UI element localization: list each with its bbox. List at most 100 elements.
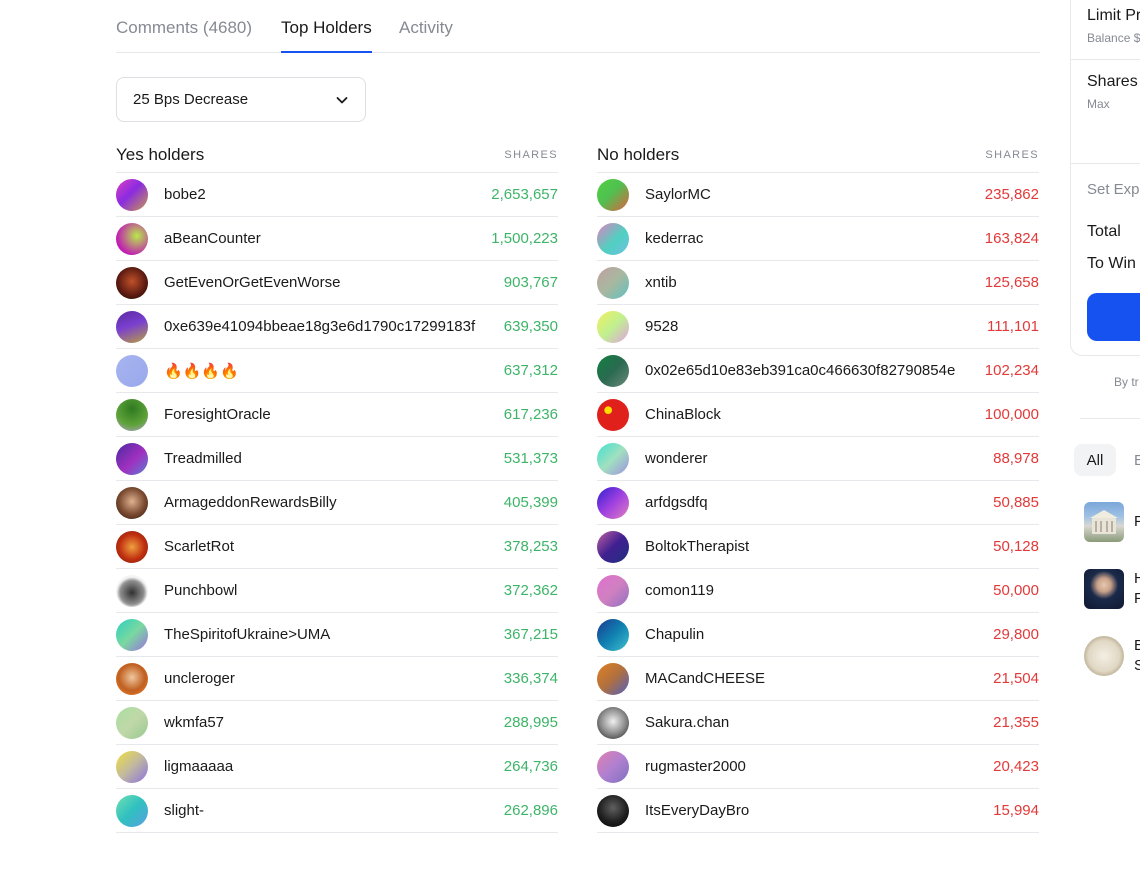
holder-name[interactable]: Treadmilled <box>164 450 502 467</box>
avatar[interactable] <box>116 442 148 475</box>
avatar[interactable] <box>116 794 148 827</box>
avatar[interactable] <box>597 178 629 211</box>
holder-name[interactable]: SaylorMC <box>645 186 983 203</box>
holder-name[interactable]: slight- <box>164 802 502 819</box>
avatar[interactable] <box>597 662 629 695</box>
avatar[interactable] <box>597 794 629 827</box>
filter-chip-next[interactable]: E <box>1134 452 1140 469</box>
avatar[interactable] <box>116 662 148 695</box>
related-market-thumbnail[interactable] <box>1084 502 1124 542</box>
avatar[interactable] <box>116 354 148 387</box>
no-holder-row[interactable]: xntib 125,658 <box>597 261 1039 305</box>
avatar[interactable] <box>597 486 629 519</box>
avatar[interactable] <box>116 398 148 431</box>
holder-name[interactable]: Chapulin <box>645 626 991 643</box>
tab-activity[interactable]: Activity <box>399 18 453 38</box>
holder-name[interactable]: ForesightOracle <box>164 406 502 423</box>
yes-holder-row[interactable]: ScarletRot 378,253 <box>116 525 558 569</box>
outcome-dropdown[interactable]: 25 Bps Decrease <box>116 77 366 122</box>
holder-name[interactable]: wkmfa57 <box>164 714 502 731</box>
holder-name[interactable]: Punchbowl <box>164 582 502 599</box>
no-holder-row[interactable]: kederrac 163,824 <box>597 217 1039 261</box>
no-holder-row[interactable]: Sakura.chan 21,355 <box>597 701 1039 745</box>
yes-holder-row[interactable]: ForesightOracle 617,236 <box>116 393 558 437</box>
holder-name[interactable]: rugmaster2000 <box>645 758 991 775</box>
holder-name[interactable]: 0x02e65d10e83eb391ca0c466630f82790854e <box>645 362 983 379</box>
related-market-title[interactable]: B <box>1134 636 1140 656</box>
yes-holder-row[interactable]: 🔥🔥🔥🔥 637,312 <box>116 349 558 393</box>
avatar[interactable] <box>116 750 148 783</box>
yes-holder-row[interactable]: bobe2 2,653,657 <box>116 173 558 217</box>
yes-holder-row[interactable]: wkmfa57 288,995 <box>116 701 558 745</box>
holder-name[interactable]: GetEvenOrGetEvenWorse <box>164 274 502 291</box>
related-market-title[interactable]: F <box>1134 589 1140 609</box>
holder-name[interactable]: ItsEveryDayBro <box>645 802 991 819</box>
holder-name[interactable]: ScarletRot <box>164 538 502 555</box>
avatar[interactable] <box>597 618 629 651</box>
holder-name[interactable]: MACandCHEESE <box>645 670 991 687</box>
avatar[interactable] <box>116 530 148 563</box>
holder-name[interactable]: xntib <box>645 274 983 291</box>
holder-name[interactable]: Sakura.chan <box>645 714 991 731</box>
avatar[interactable] <box>597 706 629 739</box>
related-market-title[interactable]: S <box>1134 656 1140 676</box>
yes-holder-row[interactable]: uncleroger 336,374 <box>116 657 558 701</box>
holder-name[interactable]: comon119 <box>645 582 991 599</box>
avatar[interactable] <box>116 486 148 519</box>
yes-holder-row[interactable]: Punchbowl 372,362 <box>116 569 558 613</box>
holder-name[interactable]: arfdgsdfq <box>645 494 991 511</box>
yes-holder-row[interactable]: ArmageddonRewardsBilly 405,399 <box>116 481 558 525</box>
trade-button[interactable] <box>1087 293 1140 341</box>
avatar[interactable] <box>116 618 148 651</box>
no-holder-row[interactable]: 0x02e65d10e83eb391ca0c466630f82790854e 10… <box>597 349 1039 393</box>
no-holder-row[interactable]: ChinaBlock 100,000 <box>597 393 1039 437</box>
no-holder-row[interactable]: Chapulin 29,800 <box>597 613 1039 657</box>
yes-holder-row[interactable]: ligmaaaaa 264,736 <box>116 745 558 789</box>
avatar[interactable] <box>597 530 629 563</box>
no-holder-row[interactable]: wonderer 88,978 <box>597 437 1039 481</box>
holder-name[interactable]: 9528 <box>645 318 985 335</box>
holder-name[interactable]: 🔥🔥🔥🔥 <box>164 362 502 380</box>
no-holder-row[interactable]: MACandCHEESE 21,504 <box>597 657 1039 701</box>
avatar[interactable] <box>597 266 629 299</box>
avatar[interactable] <box>116 266 148 299</box>
avatar[interactable] <box>116 706 148 739</box>
no-holder-row[interactable]: SaylorMC 235,862 <box>597 173 1039 217</box>
avatar[interactable] <box>597 222 629 255</box>
holder-name[interactable]: uncleroger <box>164 670 502 687</box>
yes-holder-row[interactable]: GetEvenOrGetEvenWorse 903,767 <box>116 261 558 305</box>
yes-holder-row[interactable]: aBeanCounter 1,500,223 <box>116 217 558 261</box>
tab-comments[interactable]: Comments (4680) <box>116 18 252 38</box>
holder-name[interactable]: ChinaBlock <box>645 406 983 423</box>
holder-name[interactable]: ArmageddonRewardsBilly <box>164 494 502 511</box>
holder-name[interactable]: kederrac <box>645 230 983 247</box>
avatar[interactable] <box>116 222 148 255</box>
holder-name[interactable]: ligmaaaaa <box>164 758 502 775</box>
set-expiration-toggle[interactable]: Set Exp <box>1087 181 1140 198</box>
avatar[interactable] <box>597 750 629 783</box>
filter-chip-all[interactable]: All <box>1074 444 1116 476</box>
no-holder-row[interactable]: 9528 111,101 <box>597 305 1039 349</box>
no-holder-row[interactable]: arfdgsdfq 50,885 <box>597 481 1039 525</box>
no-holder-row[interactable]: BoltokTherapist 50,128 <box>597 525 1039 569</box>
avatar[interactable] <box>116 574 148 607</box>
no-holder-row[interactable]: ItsEveryDayBro 15,994 <box>597 789 1039 833</box>
yes-holder-row[interactable]: Treadmilled 531,373 <box>116 437 558 481</box>
holder-name[interactable]: BoltokTherapist <box>645 538 991 555</box>
related-market-thumbnail[interactable] <box>1084 569 1124 609</box>
related-market-title[interactable]: F <box>1134 512 1140 532</box>
avatar[interactable] <box>597 574 629 607</box>
holder-name[interactable]: aBeanCounter <box>164 230 489 247</box>
tab-top-holders[interactable]: Top Holders <box>281 18 372 53</box>
avatar[interactable] <box>116 310 148 343</box>
related-market-title[interactable]: H <box>1134 569 1140 589</box>
avatar[interactable] <box>116 178 148 211</box>
holder-name[interactable]: 0xe639e41094bbeae18g3e6d1790c17299183f <box>164 318 502 335</box>
avatar[interactable] <box>597 398 629 431</box>
yes-holder-row[interactable]: 0xe639e41094bbeae18g3e6d1790c17299183f 63… <box>116 305 558 349</box>
holder-name[interactable]: wonderer <box>645 450 991 467</box>
max-button[interactable]: Max <box>1087 97 1110 111</box>
no-holder-row[interactable]: comon119 50,000 <box>597 569 1039 613</box>
avatar[interactable] <box>597 354 629 387</box>
no-holder-row[interactable]: rugmaster2000 20,423 <box>597 745 1039 789</box>
